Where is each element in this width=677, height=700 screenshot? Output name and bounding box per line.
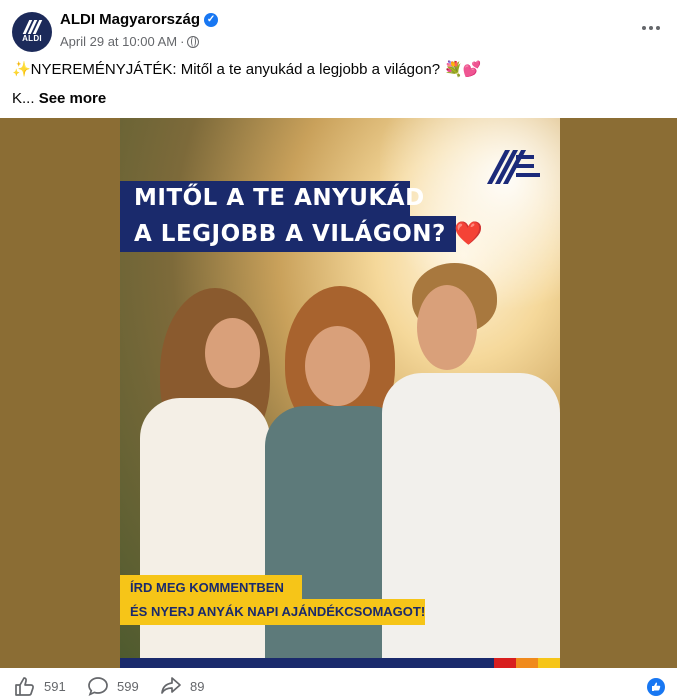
brand-stripe xyxy=(120,658,560,668)
headline: MITŐL A TE ANYUKÁD A LEGJOBB A VILÁGON? … xyxy=(120,181,483,252)
cta-line-1: ÍRD MEG KOMMENTBEN xyxy=(120,575,302,600)
reactions-count: 591 xyxy=(44,678,66,694)
comments-count: 599 xyxy=(117,678,139,694)
facebook-post: ALDI ALDI Magyarország ✓ April 29 at 10:… xyxy=(0,0,677,700)
timestamp[interactable]: April 29 at 10:00 AM xyxy=(60,34,177,49)
heart-emoji: ❤️ xyxy=(454,221,484,247)
headline-line-2: A LEGJOBB A VILÁGON? ❤️ xyxy=(120,216,483,252)
verified-icon: ✓ xyxy=(204,12,219,27)
post-caption: ✨NYEREMÉNYJÁTÉK: Mitől a te anyukád a le… xyxy=(12,60,662,109)
post-header: ALDI ALDI Magyarország ✓ April 29 at 10:… xyxy=(0,0,677,60)
comment-icon xyxy=(88,677,108,696)
headline-line-1: MITŐL A TE ANYUKÁD xyxy=(120,181,424,216)
more-options-icon[interactable] xyxy=(639,16,663,40)
share-icon xyxy=(161,677,181,694)
call-to-action: ÍRD MEG KOMMENTBEN ÉS NYERJ ANYÁK NAPI A… xyxy=(120,575,425,625)
aldi-logo-icon xyxy=(22,20,43,34)
name-row: ALDI Magyarország ✓ xyxy=(60,11,219,28)
see-more-link[interactable]: See more xyxy=(39,90,107,107)
avatar[interactable]: ALDI xyxy=(12,12,52,52)
avatar-label: ALDI xyxy=(22,34,42,43)
meta-separator: · xyxy=(180,34,185,49)
cta-line-2: ÉS NYERJ ANYÁK NAPI AJÁNDÉKCSOMAGOT! xyxy=(120,599,425,625)
post-meta: April 29 at 10:00 AM · xyxy=(60,34,200,49)
like-reaction-icon[interactable] xyxy=(647,678,665,696)
post-footer: 591 599 89 xyxy=(0,672,677,700)
comments-stat[interactable]: 599 xyxy=(87,676,139,696)
headline-line-2-text: A LEGJOBB A VILÁGON? xyxy=(134,221,446,247)
caption-truncated: K... xyxy=(12,90,35,107)
page-name[interactable]: ALDI Magyarország xyxy=(60,11,200,28)
caption-line-1: ✨NYEREMÉNYJÁTÉK: Mitől a te anyukád a le… xyxy=(12,61,482,78)
post-media[interactable]: MITŐL A TE ANYUKÁD A LEGJOBB A VILÁGON? … xyxy=(0,118,677,668)
caption-line-2: K... See more xyxy=(12,89,662,109)
shares-count: 89 xyxy=(190,678,205,694)
globe-icon xyxy=(187,35,200,48)
reactions-stat[interactable]: 591 xyxy=(14,676,66,696)
shares-stat[interactable]: 89 xyxy=(160,676,204,696)
promo-image: MITŐL A TE ANYUKÁD A LEGJOBB A VILÁGON? … xyxy=(120,118,560,668)
aldi-logo-icon xyxy=(486,150,540,184)
like-icon xyxy=(15,677,34,696)
